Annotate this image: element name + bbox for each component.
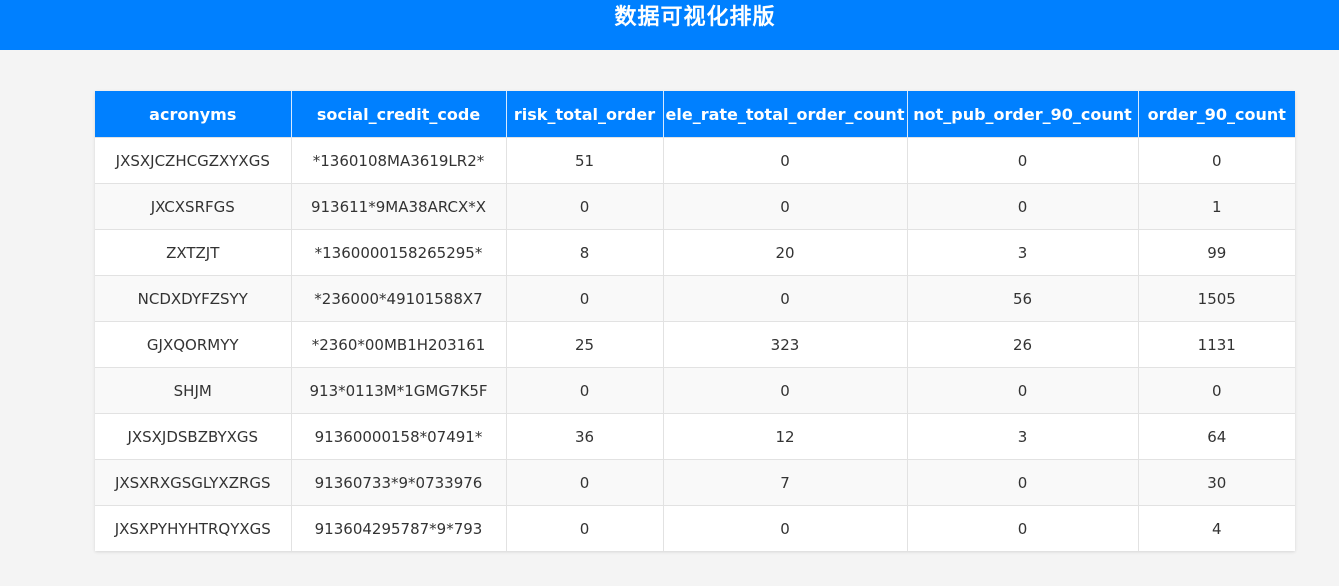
cell-not-pub-order-90-count: 0 xyxy=(907,183,1139,230)
cell-order-90-count: 99 xyxy=(1138,229,1295,276)
cell-social-credit-code: 913*0113M*1GMG7K5F xyxy=(291,367,507,414)
cell-acronyms: GJXQORMYY xyxy=(95,321,292,368)
cell-social-credit-code: 91360733*9*0733976 xyxy=(291,459,507,506)
column-header-social-credit-code[interactable]: social_credit_code xyxy=(291,91,507,138)
cell-not-pub-order-90-count: 0 xyxy=(907,367,1139,414)
cell-risk-total-order: 51 xyxy=(506,137,664,184)
cell-acronyms: ZXTZJT xyxy=(95,229,292,276)
table-row: JXSXJCZHCGZXYXGS *1360108MA3619LR2* 51 0… xyxy=(95,137,1295,184)
cell-risk-total-order: 0 xyxy=(506,367,664,414)
cell-risk-total-order: 0 xyxy=(506,459,664,506)
cell-risk-total-order: 36 xyxy=(506,413,664,460)
cell-not-pub-order-90-count: 3 xyxy=(907,413,1139,460)
cell-social-credit-code: *1360000158265295* xyxy=(291,229,507,276)
cell-not-pub-order-90-count: 0 xyxy=(907,505,1139,551)
table-row: JXSXRXGSGLYXZRGS 91360733*9*0733976 0 7 … xyxy=(95,459,1295,506)
table-row: SHJM 913*0113M*1GMG7K5F 0 0 0 0 xyxy=(95,367,1295,414)
cell-risk-total-order: 8 xyxy=(506,229,664,276)
data-table: acronyms social_credit_code risk_total_o… xyxy=(95,91,1295,551)
cell-social-credit-code: *1360108MA3619LR2* xyxy=(291,137,507,184)
cell-not-pub-order-90-count: 26 xyxy=(907,321,1139,368)
data-table-container: acronyms social_credit_code risk_total_o… xyxy=(95,91,1295,551)
cell-acronyms: JXSXJCZHCGZXYXGS xyxy=(95,137,292,184)
table-row: NCDXDYFZSYY *236000*49101588X7 0 0 56 15… xyxy=(95,275,1295,322)
table-header-row: acronyms social_credit_code risk_total_o… xyxy=(95,91,1295,138)
cell-ele-rate-total-order-count: 0 xyxy=(663,275,908,322)
cell-order-90-count: 0 xyxy=(1138,367,1295,414)
cell-acronyms: JXSXPYHYHTRQYXGS xyxy=(95,505,292,551)
cell-order-90-count: 1131 xyxy=(1138,321,1295,368)
cell-social-credit-code: *236000*49101588X7 xyxy=(291,275,507,322)
cell-ele-rate-total-order-count: 0 xyxy=(663,183,908,230)
cell-acronyms: JXSXRXGSGLYXZRGS xyxy=(95,459,292,506)
cell-risk-total-order: 0 xyxy=(506,505,664,551)
table-row: JXSXPYHYHTRQYXGS 913604295787*9*793 0 0 … xyxy=(95,505,1295,551)
cell-acronyms: NCDXDYFZSYY xyxy=(95,275,292,322)
cell-social-credit-code: *2360*00MB1H203161 xyxy=(291,321,507,368)
cell-ele-rate-total-order-count: 12 xyxy=(663,413,908,460)
cell-not-pub-order-90-count: 3 xyxy=(907,229,1139,276)
cell-not-pub-order-90-count: 56 xyxy=(907,275,1139,322)
cell-order-90-count: 4 xyxy=(1138,505,1295,551)
table-row: JXSXJDSBZBYXGS 91360000158*07491* 36 12 … xyxy=(95,413,1295,460)
column-header-order-90-count[interactable]: order_90_count xyxy=(1138,91,1295,138)
cell-acronyms: JXSXJDSBZBYXGS xyxy=(95,413,292,460)
table-row: GJXQORMYY *2360*00MB1H203161 25 323 26 1… xyxy=(95,321,1295,368)
table-row: ZXTZJT *1360000158265295* 8 20 3 99 xyxy=(95,229,1295,276)
table-row: JXCXSRFGS 913611*9MA38ARCX*X 0 0 0 1 xyxy=(95,183,1295,230)
cell-risk-total-order: 25 xyxy=(506,321,664,368)
cell-acronyms: SHJM xyxy=(95,367,292,414)
cell-acronyms: JXCXSRFGS xyxy=(95,183,292,230)
cell-social-credit-code: 913611*9MA38ARCX*X xyxy=(291,183,507,230)
cell-ele-rate-total-order-count: 323 xyxy=(663,321,908,368)
cell-risk-total-order: 0 xyxy=(506,275,664,322)
cell-ele-rate-total-order-count: 0 xyxy=(663,505,908,551)
cell-order-90-count: 64 xyxy=(1138,413,1295,460)
page-title: 数据可视化排版 xyxy=(614,5,776,30)
cell-order-90-count: 1 xyxy=(1138,183,1295,230)
cell-social-credit-code: 91360000158*07491* xyxy=(291,413,507,460)
cell-order-90-count: 1505 xyxy=(1138,275,1295,322)
cell-ele-rate-total-order-count: 20 xyxy=(663,229,908,276)
column-header-acronyms[interactable]: acronyms xyxy=(95,91,292,138)
cell-order-90-count: 0 xyxy=(1138,137,1295,184)
cell-ele-rate-total-order-count: 7 xyxy=(663,459,908,506)
column-header-not-pub-order-90-count[interactable]: not_pub_order_90_count xyxy=(907,91,1139,138)
cell-ele-rate-total-order-count: 0 xyxy=(663,367,908,414)
column-header-risk-total-order[interactable]: risk_total_order xyxy=(506,91,664,138)
cell-not-pub-order-90-count: 0 xyxy=(907,137,1139,184)
page-header: 数据可视化排版 xyxy=(0,0,1339,50)
cell-social-credit-code: 913604295787*9*793 xyxy=(291,505,507,551)
cell-risk-total-order: 0 xyxy=(506,183,664,230)
cell-not-pub-order-90-count: 0 xyxy=(907,459,1139,506)
column-header-ele-rate-total-order-count[interactable]: ele_rate_total_order_count xyxy=(663,91,908,138)
cell-ele-rate-total-order-count: 0 xyxy=(663,137,908,184)
cell-order-90-count: 30 xyxy=(1138,459,1295,506)
